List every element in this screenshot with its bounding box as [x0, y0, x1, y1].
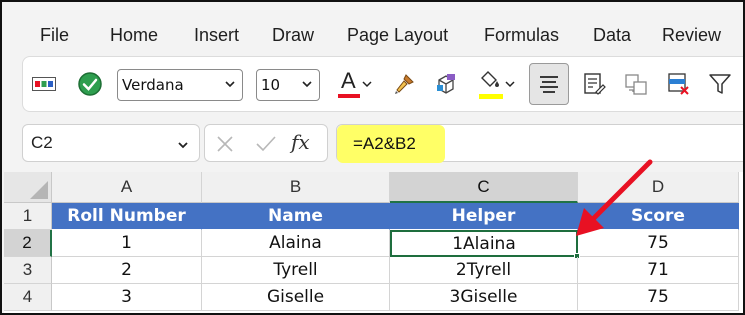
column-header-b[interactable]: B — [202, 172, 390, 203]
font-color-swatch — [338, 94, 360, 98]
select-all-corner[interactable] — [4, 172, 52, 203]
chevron-down-icon — [178, 142, 188, 149]
cell-styles-icon[interactable] — [29, 67, 59, 101]
row-header-4[interactable]: 4 — [4, 284, 52, 311]
font-color-button[interactable]: A — [333, 67, 377, 101]
table-header-cell[interactable]: Helper — [390, 203, 578, 230]
table-cell[interactable]: 71 — [578, 257, 739, 284]
font-size-value: 10 — [261, 76, 281, 94]
fill-color-icon — [479, 69, 505, 99]
move-icon[interactable] — [621, 67, 651, 101]
menu-page-layout[interactable]: Page Layout — [347, 24, 448, 46]
table-cell[interactable]: 2 — [52, 257, 202, 284]
chevron-down-icon — [362, 81, 372, 88]
menu-home[interactable]: Home — [110, 24, 158, 46]
filter-icon[interactable] — [705, 67, 735, 101]
font-color-letter: A — [341, 68, 356, 93]
name-box[interactable]: C2 — [22, 124, 200, 162]
table-header-cell[interactable]: Name — [202, 203, 390, 230]
menu-draw[interactable]: Draw — [272, 24, 314, 46]
row-header-3[interactable]: 3 — [4, 257, 52, 284]
insert-function-button[interactable]: fx — [291, 130, 310, 154]
menu-bar: File Home Insert Draw Page Layout Formul… — [4, 4, 743, 50]
enter-check-icon[interactable] — [255, 134, 277, 154]
column-header-c[interactable]: C — [390, 172, 578, 203]
font-color-icon: A — [338, 69, 362, 99]
menu-review[interactable]: Review — [662, 24, 721, 46]
table-cell[interactable]: 3 — [52, 284, 202, 311]
column-header-a[interactable]: A — [52, 172, 202, 203]
chevron-down-icon — [302, 81, 312, 88]
name-box-value: C2 — [31, 133, 53, 152]
row-header-1[interactable]: 1 — [4, 203, 52, 230]
font-name-value: Verdana — [122, 76, 184, 94]
formula-text: =A2&B2 — [337, 125, 445, 163]
table-cell[interactable]: 2Tyrell — [390, 257, 578, 284]
table-cell[interactable]: 75 — [578, 284, 739, 311]
fill-color-button[interactable] — [473, 67, 521, 101]
font-size-select[interactable]: 10 — [256, 69, 320, 101]
table-cell[interactable]: Alaina — [202, 230, 390, 257]
active-cell[interactable]: 1Alaina — [390, 230, 578, 257]
font-name-select[interactable]: Verdana — [117, 69, 243, 101]
table-header-cell[interactable]: Roll Number — [52, 203, 202, 230]
menu-formulas[interactable]: Formulas — [484, 24, 559, 46]
formula-input[interactable]: =A2&B2 — [336, 124, 743, 163]
menu-file[interactable]: File — [40, 24, 69, 46]
row-header-2[interactable]: 2 — [4, 230, 52, 257]
format-painter-icon[interactable] — [389, 67, 419, 101]
menu-data[interactable]: Data — [593, 24, 631, 46]
formula-controls: fx — [204, 124, 328, 162]
check-circle-icon[interactable] — [73, 67, 107, 101]
select-all-icon — [30, 181, 48, 199]
delete-table-icon[interactable] — [663, 67, 693, 101]
table-cell[interactable]: Tyrell — [202, 257, 390, 284]
table-cell[interactable]: Giselle — [202, 284, 390, 311]
table-cell[interactable]: 1 — [52, 230, 202, 257]
table-cell[interactable]: 3Giselle — [390, 284, 578, 311]
menu-insert[interactable]: Insert — [194, 24, 239, 46]
3d-box-icon[interactable] — [431, 67, 461, 101]
align-center-icon — [540, 76, 558, 93]
chevron-down-icon — [505, 81, 515, 88]
excel-window: File Home Insert Draw Page Layout Formul… — [0, 0, 745, 315]
ribbon-toolbar: Verdana 10 A — [22, 56, 743, 112]
cancel-icon[interactable] — [215, 134, 235, 154]
align-center-button[interactable] — [529, 63, 569, 105]
form-icon[interactable] — [579, 67, 609, 101]
chevron-down-icon — [225, 81, 235, 88]
annotation-arrow-icon — [576, 159, 653, 236]
fill-color-swatch — [479, 94, 503, 99]
